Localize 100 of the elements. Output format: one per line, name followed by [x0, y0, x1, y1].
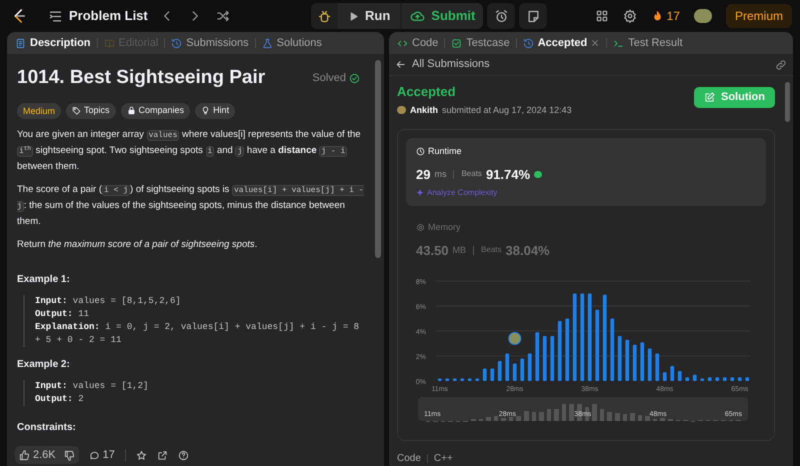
constraints-heading: Constraints: [17, 420, 77, 434]
tab[interactable]: Description [15, 34, 91, 52]
tab[interactable]: Testcase [451, 34, 510, 52]
bar[interactable] [655, 354, 660, 381]
bar[interactable] [745, 377, 750, 381]
bar[interactable] [715, 377, 720, 381]
bar[interactable] [535, 332, 540, 381]
flask-icon [262, 38, 273, 48]
tab[interactable]: Test Result [613, 34, 683, 52]
scrollbar[interactable] [375, 60, 381, 258]
close-tab-button[interactable] [590, 38, 600, 48]
beats-label: Beats [481, 244, 502, 256]
verdict-text: Accepted [397, 83, 457, 101]
bar[interactable] [625, 340, 630, 381]
check-circle-icon [349, 72, 360, 84]
code-label: Code [397, 452, 421, 466]
difficulty-badge: Medium [17, 102, 62, 118]
layout-button[interactable] [594, 9, 609, 23]
help-icon [178, 450, 189, 460]
bar[interactable] [475, 378, 480, 381]
bar[interactable] [700, 378, 704, 381]
favorite-button[interactable] [136, 450, 147, 460]
bar[interactable] [662, 372, 667, 381]
tab[interactable]: Code [397, 34, 438, 52]
tab[interactable]: Solutions [262, 34, 322, 52]
tab[interactable]: Accepted [522, 34, 588, 52]
avatar[interactable] [694, 9, 712, 23]
copy-link-button[interactable] [775, 58, 787, 70]
bar[interactable] [438, 378, 442, 381]
bar[interactable] [640, 342, 644, 381]
bar[interactable] [565, 318, 570, 381]
bar[interactable] [685, 377, 690, 381]
comment-icon [88, 450, 100, 460]
close-icon [590, 38, 600, 48]
star-icon [136, 450, 147, 460]
timer-button[interactable] [487, 3, 516, 29]
bar[interactable] [445, 378, 450, 381]
bar[interactable] [580, 294, 584, 381]
streak-counter[interactable]: 17 [650, 7, 680, 25]
run-button[interactable]: Run [338, 3, 400, 29]
lock-icon [126, 106, 136, 115]
bar[interactable] [595, 310, 600, 381]
bar[interactable] [708, 377, 712, 381]
example-line: Output: 2 [35, 392, 85, 406]
badge-icon [534, 170, 542, 178]
bar[interactable] [588, 294, 592, 381]
problem-list-link[interactable]: Problem List [48, 6, 148, 26]
bar[interactable] [520, 358, 524, 381]
submission-time: submitted at Aug 17, 2024 12:43 [442, 104, 572, 117]
scrollbar[interactable] [785, 82, 790, 122]
edit-icon [704, 92, 715, 103]
share-button[interactable] [156, 450, 168, 460]
premium-button[interactable]: Premium [726, 4, 792, 28]
grid-icon [594, 9, 609, 23]
bar[interactable] [602, 294, 607, 381]
bar[interactable] [542, 336, 547, 381]
bar[interactable] [482, 368, 487, 381]
settings-icon [622, 9, 637, 23]
bar[interactable] [610, 318, 614, 381]
problem-title: 1014. Best Sightseeing Pair [17, 66, 266, 90]
bar[interactable] [670, 366, 674, 381]
bar[interactable] [730, 377, 734, 381]
username[interactable]: Ankith [410, 104, 438, 117]
bar[interactable] [558, 321, 562, 381]
bar[interactable] [678, 371, 682, 381]
bar[interactable] [452, 378, 457, 381]
bar[interactable] [528, 354, 532, 381]
help-button[interactable] [178, 450, 189, 460]
language-label: C++ [434, 452, 453, 466]
metric-unit: ms [434, 168, 446, 180]
bar[interactable] [722, 377, 727, 381]
bar[interactable] [460, 378, 464, 381]
bar[interactable] [738, 377, 742, 381]
bar[interactable] [512, 364, 517, 381]
submit-button[interactable]: Submit [402, 3, 484, 29]
metric-card[interactable]: Runtime 29 ms Beats 91.74% Analyze Complexity [406, 138, 766, 206]
bar[interactable] [550, 336, 554, 381]
bar[interactable] [648, 348, 652, 381]
bar[interactable] [468, 378, 472, 381]
bar[interactable] [632, 344, 637, 381]
tag-chip[interactable]: Companies [120, 102, 190, 118]
bar[interactable] [505, 354, 510, 381]
notes-button[interactable] [519, 3, 548, 29]
example-line: Input: values = [8,1,5,2,6] [35, 294, 182, 308]
tag-chip[interactable]: Hint [195, 102, 236, 118]
comments-button[interactable]: 17 [88, 446, 115, 464]
bar[interactable] [490, 368, 494, 381]
example-heading: Example 1: [17, 272, 71, 286]
bar[interactable] [498, 361, 502, 381]
bar[interactable] [572, 294, 577, 381]
paragraph: Return the maximum score of a pair of sightseeing spots. [17, 238, 258, 252]
bar[interactable] [692, 374, 697, 381]
settings-button[interactable] [622, 9, 637, 23]
bar[interactable] [618, 336, 622, 381]
user-marker[interactable] [508, 332, 522, 345]
tag-chip[interactable]: Topics [66, 102, 116, 118]
all-submissions-link[interactable]: All Submissions [395, 56, 490, 73]
tab[interactable]: Submissions [171, 34, 249, 52]
example-heading: Example 2: [17, 358, 71, 372]
share-icon [156, 450, 168, 460]
